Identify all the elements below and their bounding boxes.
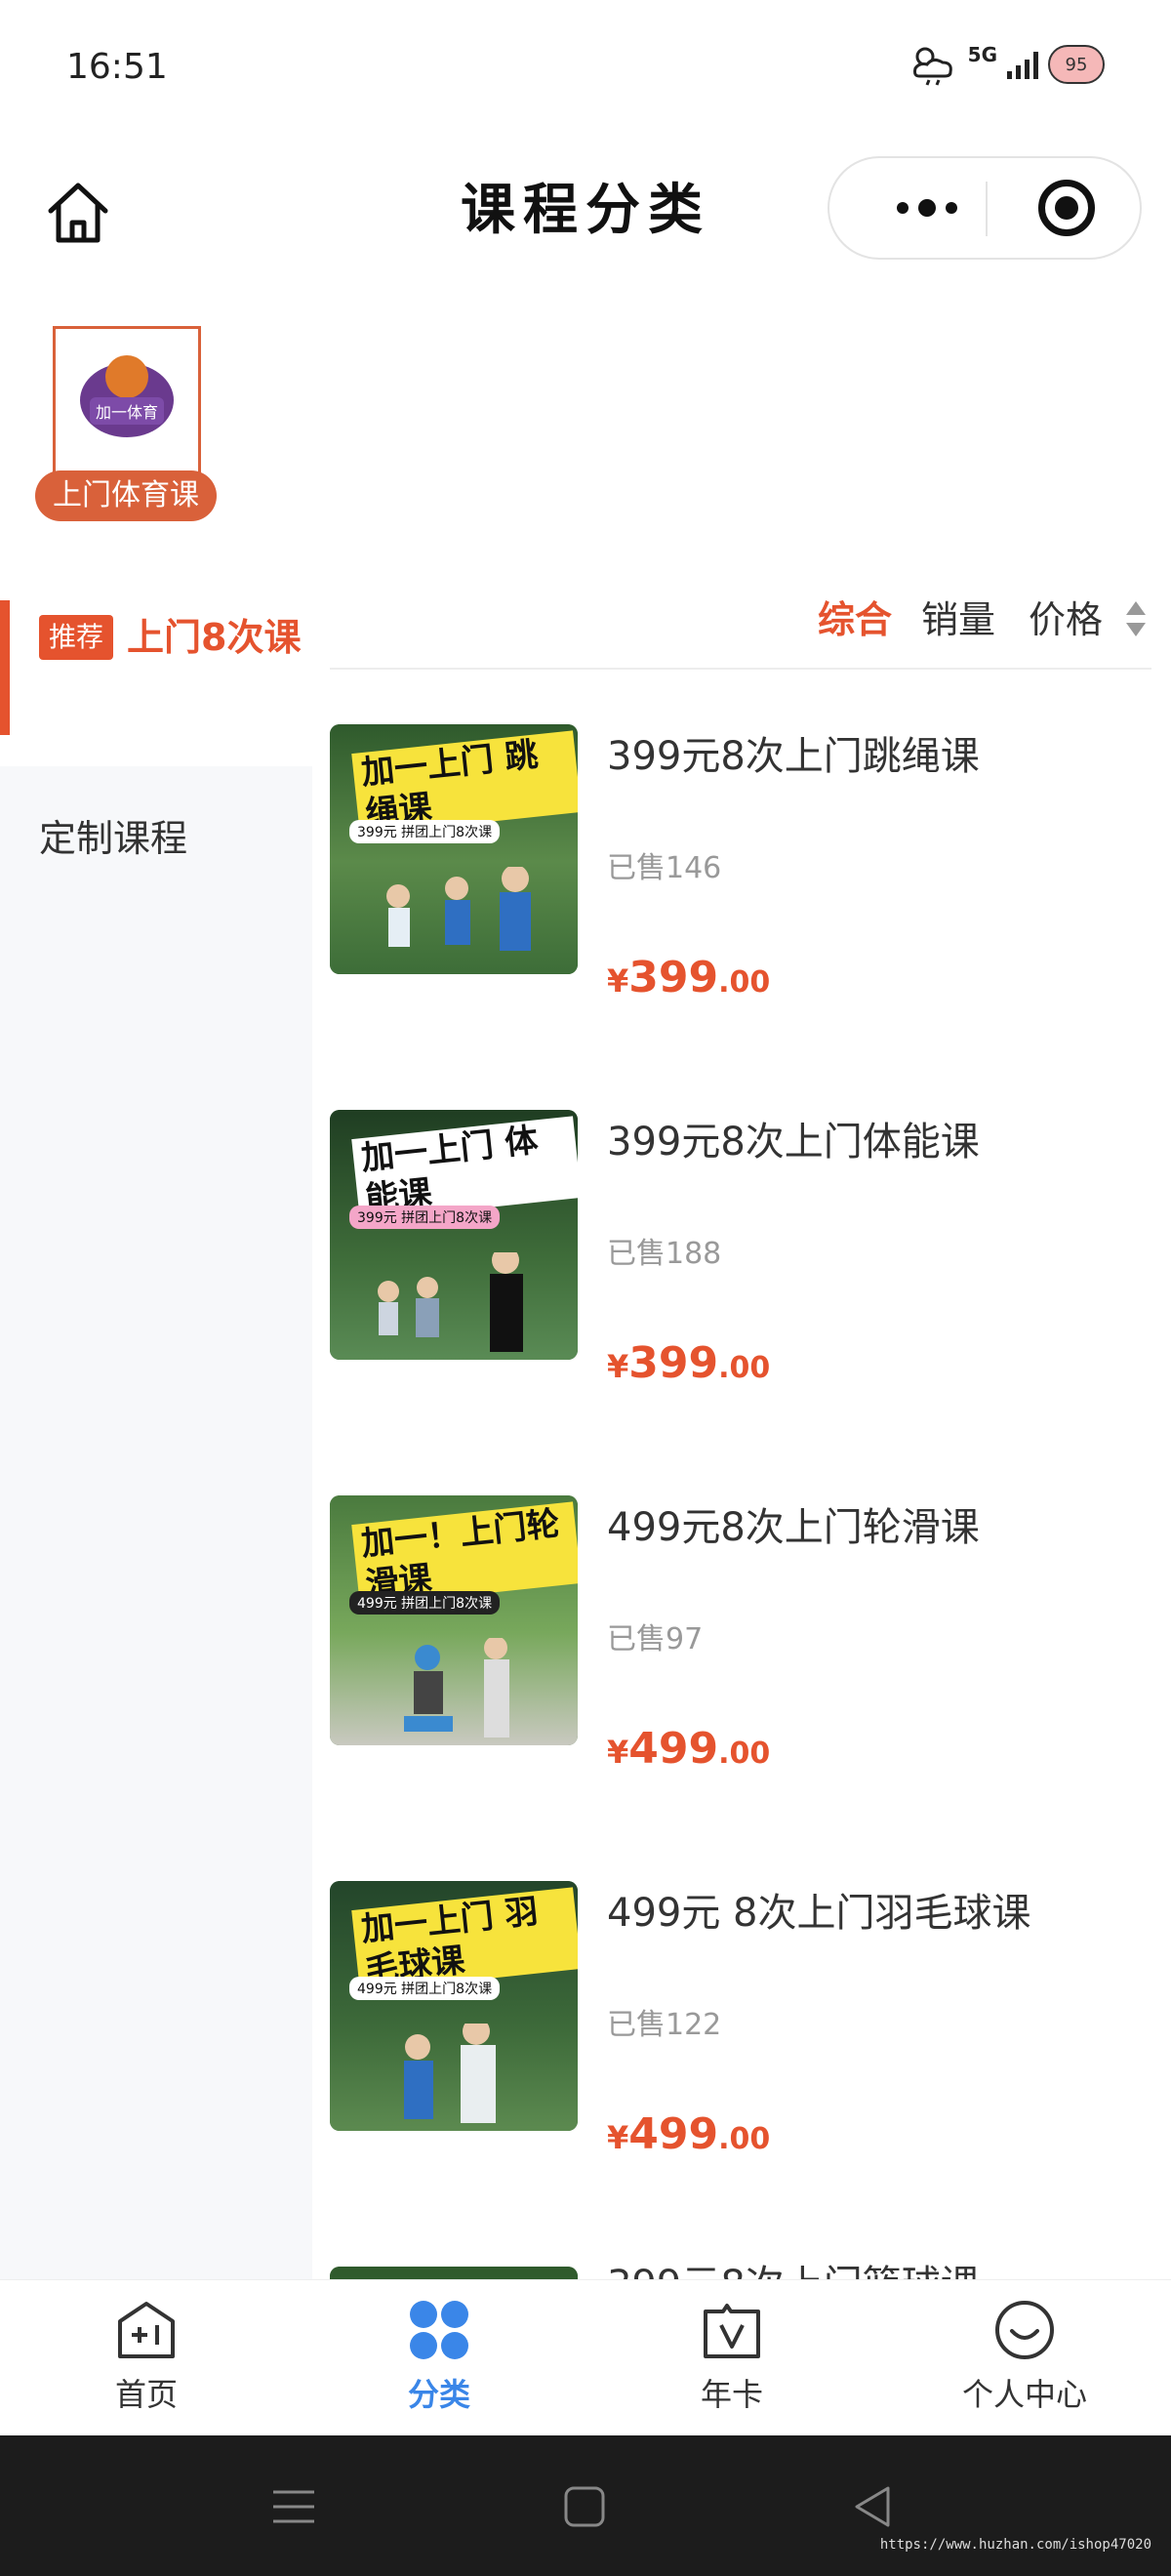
menu-icon[interactable] bbox=[267, 2480, 320, 2533]
price-integer: 399 bbox=[628, 1338, 719, 1388]
sort-sales[interactable]: 销量 bbox=[921, 590, 995, 643]
network-label: 5G bbox=[967, 43, 997, 66]
product-name: 399元8次上门跳绳课 bbox=[607, 734, 980, 779]
product-name: 499元 8次上门羽毛球课 bbox=[607, 1891, 1031, 1936]
signal-icon bbox=[1007, 50, 1038, 79]
close-icon[interactable] bbox=[1038, 180, 1095, 236]
tab-label: 年卡 bbox=[700, 2376, 763, 2413]
top-category-image: 加一体育 bbox=[53, 326, 201, 474]
currency-symbol: ¥ bbox=[607, 1734, 629, 1771]
product-name: 499元8次上门轮滑课 bbox=[607, 1505, 980, 1550]
product-item[interactable]: 加一！上门轮滑课 499元 拼团上门8次课 499元8次上门轮滑课 已售97 ¥… bbox=[330, 1495, 1151, 1881]
status-time: 16:51 bbox=[66, 47, 168, 87]
product-thumbnail: 加一上门 跳绳课 399元 拼团上门8次课 bbox=[330, 724, 578, 974]
people-illustration bbox=[386, 867, 531, 951]
recommend-tag: 推荐 bbox=[39, 615, 114, 660]
tab-label: 首页 bbox=[114, 2376, 178, 2413]
watermark: https://www.huzhan.com/ishop47020 bbox=[879, 2537, 1151, 2553]
product-sold: 已售188 bbox=[607, 1237, 722, 1271]
battery-level: 95 bbox=[1065, 54, 1088, 75]
category-icon bbox=[407, 2298, 471, 2362]
top-category-item[interactable]: 加一体育 上门体育课 bbox=[35, 326, 217, 521]
tab-label: 分类 bbox=[407, 2376, 470, 2413]
tab-category[interactable]: 分类 bbox=[293, 2298, 586, 2415]
thumb-subtitle: 399元 拼团上门8次课 bbox=[349, 820, 501, 843]
back-icon[interactable] bbox=[847, 2480, 900, 2533]
price-decimal: .00 bbox=[718, 965, 771, 1000]
home-square-icon[interactable] bbox=[558, 2480, 611, 2533]
product-thumbnail bbox=[330, 2267, 578, 2279]
product-thumbnail: 加一上门 羽毛球课 499元 拼团上门8次课 bbox=[330, 1881, 578, 2131]
currency-symbol: ¥ bbox=[607, 1348, 629, 1385]
capsule-divider bbox=[986, 182, 988, 236]
battery-icon: 95 bbox=[1048, 45, 1105, 84]
product-sold: 已售97 bbox=[607, 1622, 704, 1656]
price-integer: 499 bbox=[628, 1724, 719, 1774]
currency-symbol: ¥ bbox=[607, 2119, 629, 2156]
price-decimal: .00 bbox=[718, 1737, 771, 1771]
card-icon bbox=[700, 2298, 764, 2362]
product-item[interactable]: 加一上门 羽毛球课 499元 拼团上门8次课 499元 8次上门羽毛球课 已售1… bbox=[330, 1881, 1151, 2267]
people-illustration bbox=[378, 1252, 523, 1352]
product-thumbnail: 加一上门 体能课 399元 拼团上门8次课 bbox=[330, 1110, 578, 1360]
currency-symbol: ¥ bbox=[607, 962, 629, 1000]
people-illustration bbox=[404, 2024, 496, 2123]
price-integer: 499 bbox=[628, 2109, 719, 2159]
sort-bar: 综合 销量 价格 bbox=[330, 586, 1151, 670]
sort-price[interactable]: 价格 bbox=[1029, 590, 1103, 643]
product-price: ¥499.00 bbox=[607, 1724, 770, 1774]
product-thumbnail: 加一！上门轮滑课 499元 拼团上门8次课 bbox=[330, 1495, 578, 1745]
sort-comprehensive[interactable]: 综合 bbox=[818, 590, 892, 643]
more-icon[interactable] bbox=[868, 158, 986, 258]
profile-icon bbox=[992, 2298, 1057, 2362]
price-decimal: .00 bbox=[718, 1351, 771, 1385]
sort-arrows-icon[interactable] bbox=[1126, 601, 1146, 640]
tab-annual-card[interactable]: 年卡 bbox=[586, 2298, 878, 2415]
logo-text: 加一体育 bbox=[89, 397, 164, 425]
thumb-subtitle: 499元 拼团上门8次课 bbox=[349, 1977, 501, 2000]
sidebar-item-active[interactable]: 推荐 上门8次课 bbox=[0, 595, 312, 766]
active-indicator bbox=[0, 600, 10, 735]
sidebar-item-custom[interactable]: 定制课程 bbox=[39, 808, 187, 862]
tab-bar: 首页 分类 年卡 个人中心 bbox=[0, 2279, 1171, 2435]
tab-home[interactable]: 首页 bbox=[0, 2298, 293, 2415]
product-name: 399元8次上门体能课 bbox=[607, 1120, 980, 1165]
brand-logo: 加一体育 bbox=[80, 355, 174, 437]
tab-profile[interactable]: 个人中心 bbox=[878, 2298, 1171, 2415]
product-item[interactable]: 399元8次上门篮球课 bbox=[330, 2263, 1151, 2279]
weather-icon bbox=[909, 43, 958, 86]
status-bar: 16:51 5G 95 bbox=[0, 0, 1171, 137]
product-item[interactable]: 加一上门 跳绳课 399元 拼团上门8次课 399元8次上门跳绳课 已售146 … bbox=[330, 724, 1151, 1110]
mini-program-capsule bbox=[828, 156, 1142, 260]
category-sidebar: 推荐 上门8次课 定制课程 bbox=[0, 595, 312, 2279]
product-item[interactable]: 加一上门 体能课 399元 拼团上门8次课 399元8次上门体能课 已售188 … bbox=[330, 1110, 1151, 1495]
product-name: 399元8次上门篮球课 bbox=[607, 2253, 980, 2279]
price-integer: 399 bbox=[628, 953, 719, 1002]
sidebar-item-label: 上门8次课 bbox=[127, 616, 302, 659]
tab-label: 个人中心 bbox=[961, 2376, 1087, 2413]
thumb-subtitle: 399元 拼团上门8次课 bbox=[349, 1206, 501, 1229]
product-list: 加一上门 跳绳课 399元 拼团上门8次课 399元8次上门跳绳课 已售146 … bbox=[330, 724, 1151, 2279]
basketball-icon bbox=[105, 355, 148, 398]
thumb-subtitle: 499元 拼团上门8次课 bbox=[349, 1591, 501, 1615]
top-category-label: 上门体育课 bbox=[35, 470, 217, 521]
product-sold: 已售146 bbox=[607, 851, 722, 885]
home-plus-icon bbox=[114, 2298, 179, 2362]
sidebar-active-text: 推荐 上门8次课 bbox=[39, 605, 303, 670]
product-price: ¥499.00 bbox=[607, 2109, 770, 2159]
system-navigation-bar: https://www.huzhan.com/ishop47020 bbox=[0, 2435, 1171, 2576]
price-decimal: .00 bbox=[718, 2122, 771, 2156]
product-sold: 已售122 bbox=[607, 2008, 722, 2042]
product-price: ¥399.00 bbox=[607, 1338, 770, 1388]
people-illustration bbox=[404, 1638, 509, 1738]
product-price: ¥399.00 bbox=[607, 953, 770, 1002]
status-icons: 5G 95 bbox=[909, 43, 1105, 86]
nav-bar: 课程分类 bbox=[0, 137, 1171, 283]
